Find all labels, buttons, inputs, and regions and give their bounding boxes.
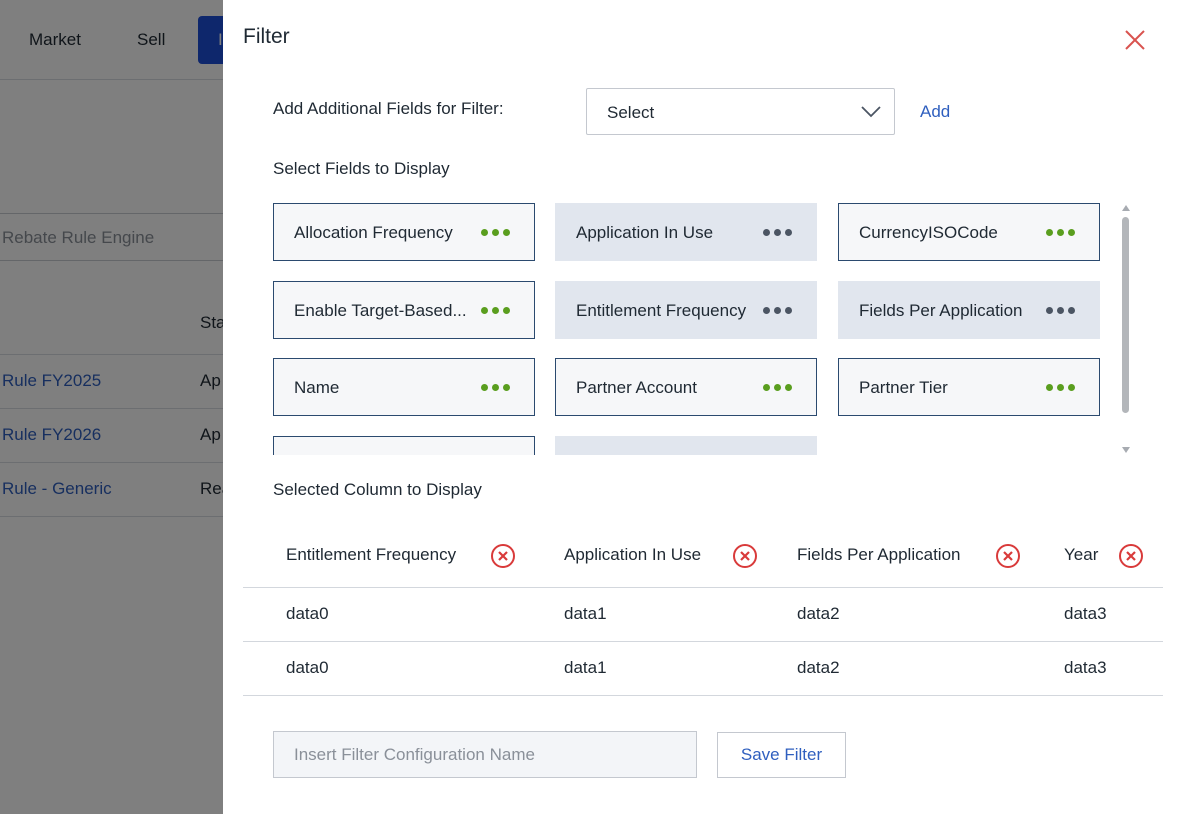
filter-config-name-input[interactable] [273, 731, 697, 778]
table-header-row: Entitlement Frequency Application In Use… [243, 529, 1163, 588]
scroll-thumb[interactable] [1122, 217, 1129, 413]
scroll-up-arrow-icon[interactable] [1122, 205, 1130, 211]
selected-section-label: Selected Column to Display [273, 480, 482, 499]
table-cell: data3 [1064, 658, 1107, 677]
field-card[interactable]: CurrencyISOCode [838, 203, 1100, 261]
table-row: data0 data1 data2 data3 [243, 642, 1163, 696]
more-dots-icon[interactable] [481, 307, 510, 314]
table-cell: data2 [797, 658, 840, 677]
field-label: Fields Per Application [859, 301, 1023, 320]
panel-title: Filter [243, 25, 290, 48]
more-dots-icon[interactable] [481, 229, 510, 236]
remove-circle-icon[interactable] [1118, 543, 1144, 569]
fields-section-label: Select Fields to Display [273, 159, 450, 178]
field-card[interactable]: Allocation Frequency [273, 203, 535, 261]
table-cell: data2 [797, 604, 840, 623]
more-dots-icon[interactable] [1046, 307, 1075, 314]
add-fields-label: Add Additional Fields for Filter: [273, 99, 504, 118]
table-cell: data1 [564, 658, 607, 677]
field-card[interactable]: Entitlement Frequency [555, 281, 817, 339]
field-card[interactable]: Enable Target-Based... [273, 281, 535, 339]
field-card[interactable]: Application In Use [555, 203, 817, 261]
field-label: Entitlement Frequency [576, 301, 747, 320]
fields-grid: Allocation Frequency Application In Use … [273, 203, 1103, 455]
chevron-down-icon [861, 106, 881, 118]
column-header: Application In Use [564, 545, 702, 564]
field-label: Application In Use [576, 223, 714, 242]
column-header: Year [1064, 545, 1099, 564]
field-label: Partner Account [576, 378, 697, 397]
table-cell: data3 [1064, 604, 1107, 623]
table-cell: data1 [564, 604, 607, 623]
table-cell: data0 [286, 604, 329, 623]
field-label: CurrencyISOCode [859, 223, 998, 242]
field-label: Name [294, 378, 340, 397]
column-header: Entitlement Frequency [286, 545, 457, 564]
remove-circle-icon[interactable] [995, 543, 1021, 569]
more-dots-icon[interactable] [763, 229, 792, 236]
more-dots-icon[interactable] [1046, 229, 1075, 236]
field-label: Partner Tier [859, 378, 948, 397]
filter-panel: Filter Add Additional Fields for Filter:… [223, 0, 1183, 814]
close-icon [1125, 30, 1145, 50]
close-button[interactable] [1121, 26, 1149, 54]
select-value: Select [607, 103, 655, 122]
field-card[interactable]: Fields Per Application [838, 281, 1100, 339]
more-dots-icon[interactable] [481, 384, 510, 391]
field-card[interactable]: Name [273, 358, 535, 416]
scroll-down-arrow-icon[interactable] [1122, 447, 1130, 453]
more-dots-icon[interactable] [763, 384, 792, 391]
fields-scrollbar[interactable] [1120, 203, 1132, 455]
remove-circle-icon[interactable] [490, 543, 516, 569]
field-card[interactable]: Partner Tier [838, 358, 1100, 416]
field-label: Enable Target-Based... [294, 301, 467, 320]
field-card[interactable] [273, 436, 535, 455]
table-row: data0 data1 data2 data3 [243, 588, 1163, 642]
remove-circle-icon[interactable] [732, 543, 758, 569]
save-filter-button[interactable]: Save Filter [717, 732, 846, 778]
additional-fields-select[interactable]: Select [586, 88, 895, 135]
field-card[interactable] [555, 436, 817, 455]
field-label: Allocation Frequency [294, 223, 453, 242]
add-field-button[interactable]: Add [920, 102, 950, 122]
field-card[interactable]: Partner Account [555, 358, 817, 416]
column-header: Fields Per Application [797, 545, 961, 564]
table-cell: data0 [286, 658, 329, 677]
more-dots-icon[interactable] [1046, 384, 1075, 391]
more-dots-icon[interactable] [763, 307, 792, 314]
